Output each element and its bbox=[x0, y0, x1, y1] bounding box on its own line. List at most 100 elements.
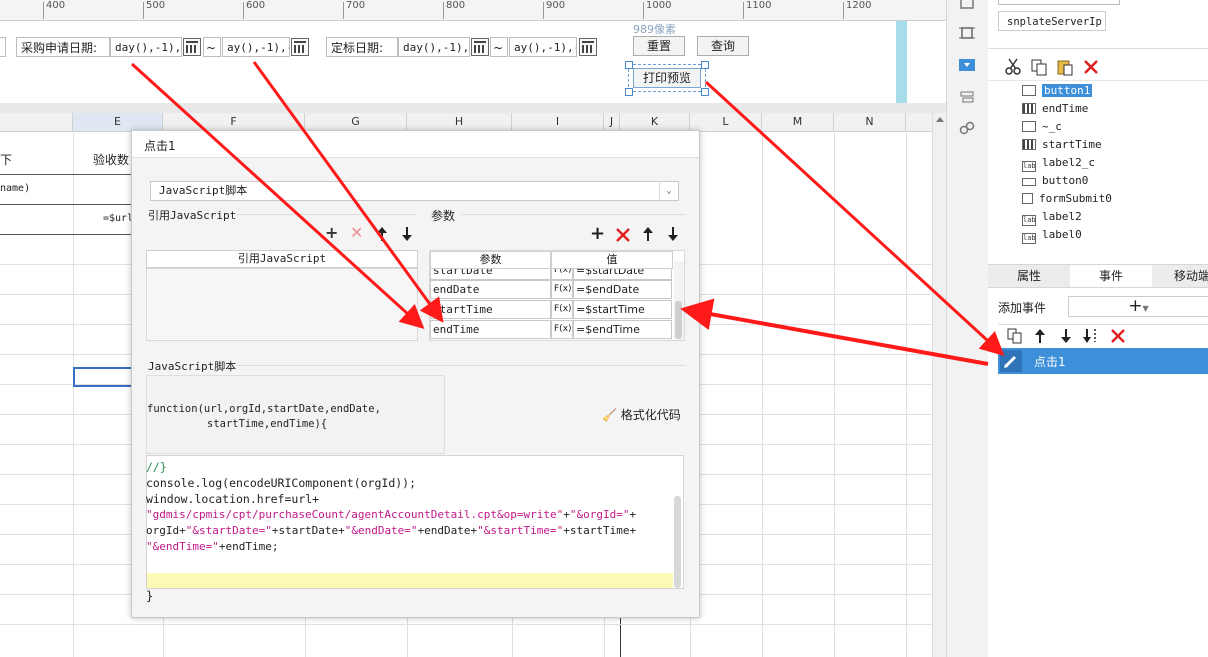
tab-mobile[interactable]: 移动端 bbox=[1152, 265, 1208, 287]
apply-date-label[interactable]: 采购申请日期: bbox=[16, 37, 110, 57]
form-edge-box[interactable] bbox=[0, 37, 6, 57]
column-header[interactable]: H bbox=[407, 113, 512, 131]
grid-cell[interactable]: 验收数 bbox=[93, 151, 129, 168]
edit-pencil-icon[interactable] bbox=[1000, 350, 1022, 372]
column-header[interactable]: I bbox=[512, 113, 604, 131]
param-value[interactable]: =$endTime bbox=[573, 320, 672, 339]
query-button[interactable]: 查询 bbox=[697, 36, 749, 56]
copy-icon[interactable] bbox=[1030, 58, 1048, 76]
column-header[interactable]: F bbox=[163, 113, 305, 131]
apply-start-date-field[interactable]: day(),-1),1) bbox=[110, 37, 182, 57]
param-row[interactable]: endDate F(x) =$endDate bbox=[430, 280, 672, 299]
bid-start-date-field[interactable]: day(),-1),1) bbox=[398, 37, 470, 57]
server-ip-field[interactable]: snplateServerIp bbox=[998, 11, 1106, 31]
resize-handle[interactable] bbox=[701, 88, 709, 96]
tree-item[interactable]: lab label2 bbox=[1022, 209, 1082, 226]
calendar-icon[interactable] bbox=[579, 38, 597, 56]
param-row[interactable]: endTime F(x) =$endTime bbox=[430, 320, 672, 339]
move-up-icon[interactable] bbox=[1032, 328, 1048, 344]
chevron-down-icon[interactable]: ⌄ bbox=[659, 182, 678, 200]
code-scroll-thumb[interactable] bbox=[674, 496, 681, 588]
event-panel-icon[interactable] bbox=[959, 57, 975, 73]
link-icon[interactable] bbox=[959, 120, 975, 136]
grid-cell[interactable]: name) bbox=[0, 183, 30, 194]
dialog-titlebar[interactable]: 点击1 bbox=[132, 131, 699, 158]
tree-item[interactable]: button0 bbox=[1022, 173, 1088, 189]
ref-js-list[interactable] bbox=[146, 268, 418, 341]
delete-param-icon[interactable] bbox=[616, 228, 630, 242]
apply-tilde-label[interactable]: ~ bbox=[203, 37, 221, 57]
tree-item[interactable]: startTime bbox=[1022, 137, 1102, 153]
code-line: console.log(encodeURIComponent(orgId)); bbox=[146, 476, 417, 490]
form-design-area[interactable]: 采购申请日期: day(),-1),1) ~ ay(),-1),-1) 定标日期… bbox=[0, 21, 946, 103]
bid-end-date-field[interactable]: ay(),-1),-1) bbox=[509, 37, 577, 57]
param-move-up-icon[interactable] bbox=[642, 227, 654, 241]
move-bottom-icon[interactable] bbox=[1082, 328, 1100, 344]
column-header[interactable]: E bbox=[73, 113, 163, 131]
layers-icon[interactable] bbox=[959, 89, 975, 105]
ref-move-down-icon[interactable] bbox=[401, 227, 413, 241]
delete-icon[interactable] bbox=[1083, 59, 1099, 75]
reset-button[interactable]: 重置 bbox=[633, 36, 685, 56]
calendar-icon[interactable] bbox=[183, 38, 201, 56]
param-move-down-icon[interactable] bbox=[667, 227, 679, 241]
bid-date-label[interactable]: 定标日期: bbox=[326, 37, 398, 57]
delete-ref-js-icon[interactable]: ✕ bbox=[350, 223, 363, 242]
calendar-icon[interactable] bbox=[291, 38, 309, 56]
resize-handle[interactable] bbox=[701, 61, 709, 69]
resize-handle[interactable] bbox=[625, 88, 633, 96]
tree-item[interactable]: endTime bbox=[1022, 101, 1088, 117]
column-header[interactable]: K bbox=[620, 113, 690, 131]
params-scrollbar[interactable] bbox=[674, 261, 684, 340]
tree-item[interactable]: lab label2_c bbox=[1022, 155, 1095, 172]
cut-icon[interactable] bbox=[1004, 58, 1022, 76]
copy-event-icon[interactable] bbox=[1006, 328, 1024, 344]
formula-button[interactable]: F(x) bbox=[551, 300, 573, 319]
tree-item[interactable]: lab label0 bbox=[1022, 227, 1082, 244]
tab-properties[interactable]: 属性 bbox=[988, 265, 1070, 287]
column-header[interactable] bbox=[0, 113, 73, 131]
apply-end-date-field[interactable]: ay(),-1),-1) bbox=[222, 37, 290, 57]
param-value[interactable]: =$endDate bbox=[573, 280, 672, 299]
add-event-dropdown[interactable]: +▼ bbox=[1068, 296, 1208, 317]
paste-icon[interactable] bbox=[1056, 58, 1074, 76]
add-param-icon[interactable]: + bbox=[590, 223, 605, 244]
tree-item[interactable]: button1 bbox=[1022, 83, 1093, 99]
top-field-remnant[interactable] bbox=[998, 0, 1120, 5]
event-list-item[interactable]: 点击1 bbox=[998, 348, 1208, 374]
params-scroll-thumb[interactable] bbox=[675, 301, 682, 339]
delete-event-icon[interactable] bbox=[1110, 328, 1126, 344]
script-type-select[interactable]: JavaScript脚本 ⌄ bbox=[150, 181, 679, 201]
ref-move-up-icon[interactable] bbox=[376, 227, 388, 241]
param-name[interactable]: endDate bbox=[430, 280, 551, 299]
add-ref-js-icon[interactable]: + bbox=[325, 223, 338, 242]
tree-item[interactable]: formSubmit0 bbox=[1022, 191, 1112, 207]
param-value[interactable]: =$startTime bbox=[573, 300, 672, 319]
resize-handle[interactable] bbox=[625, 61, 633, 69]
column-header[interactable]: G bbox=[305, 113, 407, 131]
grid-vertical-scrollbar[interactable] bbox=[932, 113, 947, 657]
grid-cell[interactable]: =$url bbox=[103, 213, 133, 224]
column-header[interactable]: L bbox=[690, 113, 762, 131]
formula-button[interactable]: F(x) bbox=[551, 320, 573, 339]
params-table[interactable]: 参数 值 startDate F(x) =$startDate 参数 值 end… bbox=[429, 250, 685, 341]
column-header[interactable]: N bbox=[834, 113, 906, 131]
bid-tilde-label[interactable]: ~ bbox=[490, 37, 508, 57]
pane-splitter[interactable] bbox=[0, 103, 946, 113]
grid-cell[interactable]: 下 bbox=[0, 151, 12, 168]
column-header[interactable]: M bbox=[762, 113, 834, 131]
calendar-icon[interactable] bbox=[471, 38, 489, 56]
tree-item[interactable]: ~_c bbox=[1022, 119, 1062, 135]
param-name[interactable]: startTime bbox=[430, 300, 551, 319]
param-row[interactable]: startTime F(x) =$startTime bbox=[430, 300, 672, 319]
widget-settings-icon[interactable] bbox=[959, 0, 975, 12]
param-name[interactable]: endTime bbox=[430, 320, 551, 339]
tab-events[interactable]: 事件 bbox=[1070, 265, 1152, 287]
column-header[interactable]: J bbox=[604, 113, 620, 131]
move-down-icon[interactable] bbox=[1058, 328, 1074, 344]
formula-button[interactable]: F(x) bbox=[551, 280, 573, 299]
frame-icon[interactable] bbox=[959, 25, 975, 41]
scroll-up-arrow-icon[interactable] bbox=[936, 117, 944, 122]
format-code-button[interactable]: 🧹 格式化代码 bbox=[602, 406, 681, 423]
ruler-tick: 800 bbox=[442, 0, 466, 19]
